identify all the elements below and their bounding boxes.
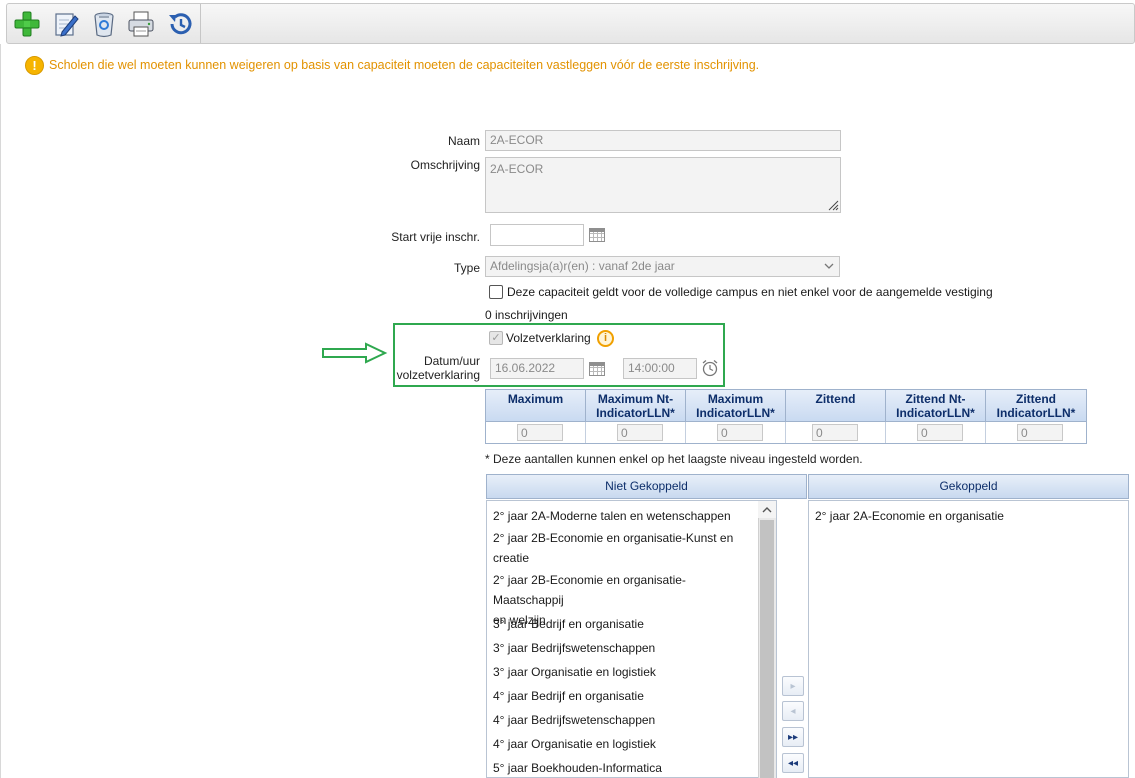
gekoppeld-header: Gekoppeld xyxy=(808,474,1129,499)
list-item[interactable]: 3° jaar Bedrijf en organisatie xyxy=(493,614,755,634)
gekoppeld-list xyxy=(808,500,1129,778)
zittend-nt-input[interactable]: 0 xyxy=(917,424,963,441)
omschrijving-label: Omschrijving xyxy=(410,158,480,172)
content-border xyxy=(0,44,1,778)
chevron-up-icon xyxy=(762,507,772,513)
capacity-header: Maximum IndicatorLLN* xyxy=(686,390,786,422)
start-vrije-inschr-label: Start vrije inschr. xyxy=(391,230,480,244)
capacity-cell: 0 xyxy=(886,422,986,443)
list-item[interactable]: 5° jaar Boekhouden-Informatica xyxy=(493,758,755,778)
time-input[interactable]: 14:00:00 xyxy=(623,358,697,379)
campus-checkbox-label: Deze capaciteit geldt voor de volledige … xyxy=(507,285,993,299)
datum-label-line2: volzetverklaring xyxy=(396,368,480,382)
move-all-right-icon: ▸▸ xyxy=(787,731,799,743)
naam-label: Naam xyxy=(447,134,480,148)
move-right-icon: ▸ xyxy=(790,680,796,692)
arrow-right-icon xyxy=(322,342,388,364)
omschrijving-textarea[interactable]: 2A-ECOR xyxy=(485,157,841,213)
list-item[interactable]: 4° jaar Bedrijfswetenschappen xyxy=(493,710,755,730)
toolbar xyxy=(6,3,1135,44)
print-button[interactable] xyxy=(126,9,156,39)
move-left-icon: ◂ xyxy=(790,705,796,717)
add-button[interactable] xyxy=(12,9,42,39)
list-item[interactable]: 2° jaar 2A-Economie en organisatie xyxy=(815,506,1115,526)
capacity-cell: 0 xyxy=(986,422,1086,443)
toolbar-separator xyxy=(200,4,201,43)
type-select[interactable]: Afdelingsja(a)r(en) : vanaf 2de jaar xyxy=(485,256,840,277)
warning-message: Scholen die wel moeten kunnen weigeren o… xyxy=(49,58,760,72)
naam-field[interactable]: 2A-ECOR xyxy=(485,130,841,151)
capacity-header: Maximum xyxy=(486,390,586,422)
list-item[interactable]: 2° jaar 2B-Economie en organisatie-Kunst… xyxy=(493,528,755,568)
move-left-button[interactable]: ◂ xyxy=(782,701,804,721)
maximum-input[interactable]: 0 xyxy=(517,424,563,441)
move-all-left-icon: ◂◂ xyxy=(787,757,799,769)
history-button[interactable] xyxy=(165,9,195,39)
pencil-icon xyxy=(55,13,79,37)
capacity-header: Maximum Nt- IndicatorLLN* xyxy=(586,390,686,422)
calendar-icon[interactable] xyxy=(589,228,605,242)
chevron-down-icon xyxy=(824,263,834,269)
zittend-input[interactable]: 0 xyxy=(812,424,858,441)
capacity-header: Zittend Nt- IndicatorLLN* xyxy=(886,390,986,422)
delete-button[interactable] xyxy=(89,9,119,39)
capacity-cell: 0 xyxy=(686,422,786,443)
start-vrije-inschr-input[interactable] xyxy=(490,224,584,246)
clock-icon[interactable] xyxy=(701,359,719,377)
capacity-header: Zittend xyxy=(786,390,886,422)
move-all-right-button[interactable]: ▸▸ xyxy=(782,727,804,747)
list-item[interactable]: 3° jaar Bedrijfswetenschappen xyxy=(493,638,755,658)
niet-gekoppeld-header: Niet Gekoppeld xyxy=(486,474,807,499)
volzetverklaring-checkbox[interactable]: ✓ xyxy=(489,331,503,345)
warning-icon: ! xyxy=(25,56,44,75)
type-select-value: Afdelingsja(a)r(en) : vanaf 2de jaar xyxy=(490,259,675,273)
recycle-bin-icon xyxy=(94,12,114,38)
capacity-header: Zittend IndicatorLLN* xyxy=(986,390,1086,422)
capacity-cell: 0 xyxy=(786,422,886,443)
resize-grip-icon[interactable] xyxy=(827,199,839,211)
capacity-note: * Deze aantallen kunnen enkel op het laa… xyxy=(485,452,863,466)
edit-button[interactable] xyxy=(51,9,81,39)
inschrijvingen-count: 0 inschrijvingen xyxy=(485,308,568,322)
list-item[interactable]: 4° jaar Organisatie en logistiek xyxy=(493,734,755,754)
list-item[interactable]: 3° jaar Organisatie en logistiek xyxy=(493,662,755,682)
omschrijving-value: 2A-ECOR xyxy=(490,162,544,176)
maximum-indicator-input[interactable]: 0 xyxy=(717,424,763,441)
move-right-button[interactable]: ▸ xyxy=(782,676,804,696)
datum-label: Datum/uur volzetverklaring xyxy=(392,354,480,382)
list-item[interactable]: 4° jaar Bedrijf en organisatie xyxy=(493,686,755,706)
type-label: Type xyxy=(453,261,480,275)
calendar-icon-datum[interactable] xyxy=(589,362,605,376)
history-icon xyxy=(169,13,192,35)
campus-checkbox[interactable] xyxy=(489,285,503,299)
list-item[interactable]: 2° jaar 2A-Moderne talen en wetenschappe… xyxy=(493,506,755,526)
plus-icon xyxy=(14,11,40,37)
scroll-up-button[interactable] xyxy=(758,501,776,518)
zittend-indicator-input[interactable]: 0 xyxy=(1017,424,1063,441)
maximum-nt-input[interactable]: 0 xyxy=(617,424,663,441)
info-icon[interactable]: i xyxy=(597,330,614,347)
move-all-left-button[interactable]: ◂◂ xyxy=(782,753,804,773)
scrollbar-thumb[interactable] xyxy=(760,520,774,778)
datum-label-line1: Datum/uur xyxy=(423,354,480,368)
capacity-cell: 0 xyxy=(586,422,686,443)
capacity-table: Maximum Maximum Nt- IndicatorLLN* Maximum… xyxy=(485,389,1087,444)
datum-input[interactable]: 16.06.2022 xyxy=(490,358,584,379)
volzetverklaring-label: Volzetverklaring xyxy=(506,331,591,345)
capacity-cell: 0 xyxy=(486,422,586,443)
printer-icon xyxy=(128,11,154,37)
